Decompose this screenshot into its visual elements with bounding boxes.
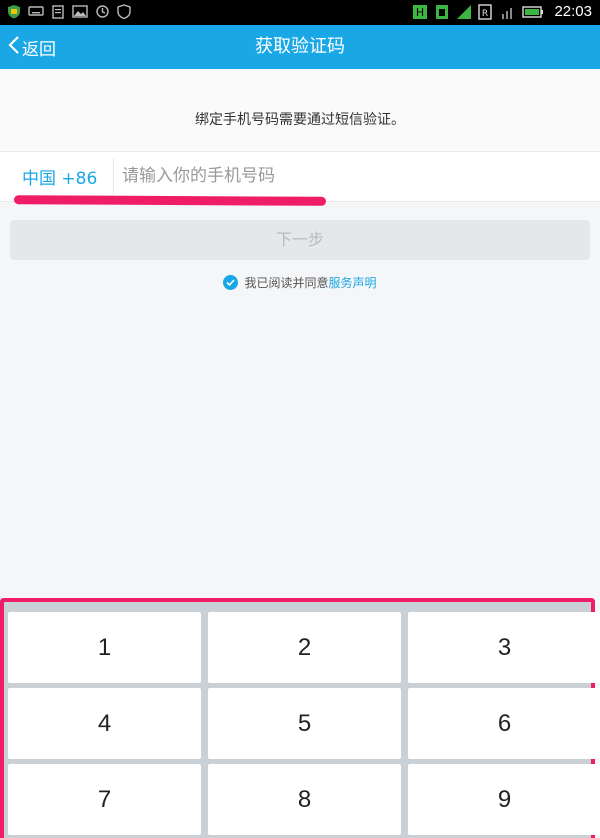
signal-icon [456,4,472,20]
key-3[interactable]: 3 [408,612,600,683]
phone-row: 中国 +86 [0,151,600,202]
country-code-selector[interactable]: 中国 +86 [22,164,97,189]
key-1[interactable]: 1 [8,612,201,683]
image-icon [72,3,88,19]
back-label: 返回 [22,39,56,60]
back-button[interactable]: 返回 [8,25,56,69]
keypad: 1 2 3 4 5 6 7 8 9 [0,598,600,838]
checkmark-icon [226,279,236,287]
key-9[interactable]: 9 [408,764,600,835]
svg-text:R: R [482,9,488,19]
agree-checkbox[interactable] [223,275,239,290]
battery-icon [522,4,544,20]
notice-text: 绑定手机号码需要通过短信验证。 [195,112,405,128]
shield-icon [6,3,22,19]
status-time: 22:03 [554,3,592,20]
svg-text:H: H [416,6,424,19]
highlight-underline [13,195,327,206]
signal2-icon [500,4,516,20]
sync-icon [94,3,110,19]
page-title: 获取验证码 [255,36,345,57]
key-6[interactable]: 6 [408,688,600,759]
agreement-text: 我已阅读并同意 [244,276,329,290]
status-bar: H R 22:03 [0,0,600,25]
clipboard-icon [50,3,66,19]
key-5[interactable]: 5 [208,688,401,759]
sim-icon [434,4,450,20]
key-7[interactable]: 7 [8,764,201,835]
keyboard-icon [28,3,44,19]
phone-divider [113,158,114,195]
service-statement-link[interactable]: 服务声明 [329,276,377,290]
hspa-icon: H [412,4,428,20]
header: 获取验证码 返回 [0,25,600,69]
agreement: 我已阅读并同意服务声明 [0,274,600,291]
key-4[interactable]: 4 [8,688,201,759]
key-8[interactable]: 8 [208,764,401,835]
notice: 绑定手机号码需要通过短信验证。 [0,69,600,151]
phone-input[interactable] [122,164,562,188]
security-icon [116,3,132,19]
chevron-left-icon [8,35,20,60]
key-2[interactable]: 2 [208,612,401,683]
sim2-icon: R [478,3,494,20]
next-button[interactable]: 下一步 [10,220,590,260]
